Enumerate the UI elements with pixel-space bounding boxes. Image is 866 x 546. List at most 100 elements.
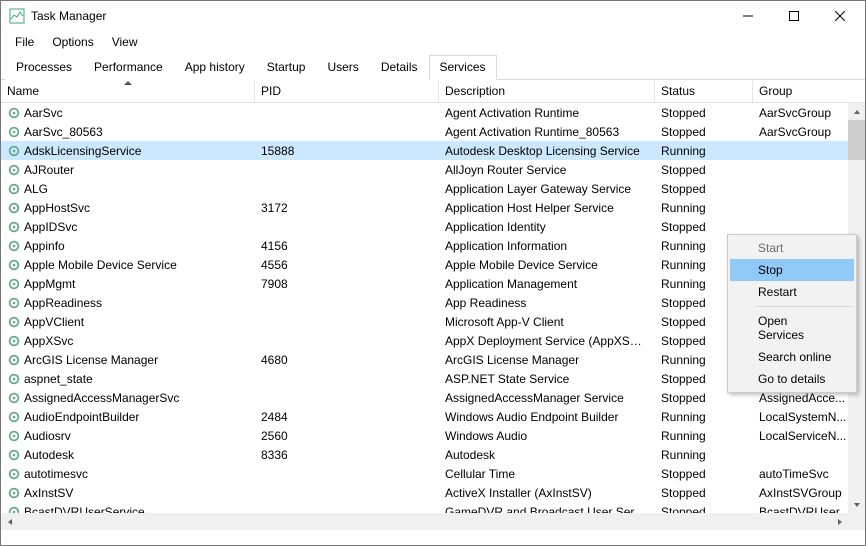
column-headers: Name PID Description Status Group bbox=[1, 80, 865, 103]
service-description: ASP.NET State Service bbox=[439, 372, 655, 386]
service-pid: 4556 bbox=[255, 258, 439, 272]
service-pid: 8336 bbox=[255, 448, 439, 462]
service-name: AudioEndpointBuilder bbox=[24, 410, 139, 424]
menu-item-search-online[interactable]: Search online bbox=[730, 346, 854, 368]
column-name[interactable]: Name bbox=[1, 80, 255, 102]
service-description: Autodesk Desktop Licensing Service bbox=[439, 144, 655, 158]
service-name: AppXSvc bbox=[24, 334, 73, 348]
service-description: ArcGIS License Manager bbox=[439, 353, 655, 367]
service-pid: 2560 bbox=[255, 429, 439, 443]
service-name: Autodesk bbox=[24, 448, 74, 462]
scroll-thumb[interactable] bbox=[848, 120, 865, 160]
horizontal-scrollbar[interactable] bbox=[1, 513, 848, 530]
service-name: AJRouter bbox=[24, 163, 74, 177]
scroll-down-icon[interactable] bbox=[848, 496, 865, 513]
service-description: AssignedAccessManager Service bbox=[439, 391, 655, 405]
menu-view[interactable]: View bbox=[104, 33, 146, 51]
service-description: App Readiness bbox=[439, 296, 655, 310]
scroll-up-icon[interactable] bbox=[848, 103, 865, 120]
menu-item-start: Start bbox=[730, 237, 854, 259]
service-status: Stopped bbox=[655, 220, 753, 234]
table-row[interactable]: Audiosrv2560Windows AudioRunningLocalSer… bbox=[1, 426, 865, 445]
scroll-left-icon[interactable] bbox=[1, 513, 18, 530]
service-icon bbox=[7, 106, 21, 120]
tab-services[interactable]: Services bbox=[429, 55, 497, 80]
service-name: autotimesvc bbox=[24, 467, 88, 481]
service-description: ActiveX Installer (AxInstSV) bbox=[439, 486, 655, 500]
menu-separator bbox=[756, 306, 853, 307]
table-row[interactable]: autotimesvcCellular TimeStoppedautoTimeS… bbox=[1, 464, 865, 483]
scroll-corner bbox=[848, 513, 865, 530]
service-status: Stopped bbox=[655, 125, 753, 139]
service-name: AppVClient bbox=[24, 315, 84, 329]
table-row[interactable]: AudioEndpointBuilder2484Windows Audio En… bbox=[1, 407, 865, 426]
service-name: AarSvc_80563 bbox=[24, 125, 103, 139]
menu-options[interactable]: Options bbox=[44, 33, 101, 51]
service-description: Apple Mobile Device Service bbox=[439, 258, 655, 272]
titlebar[interactable]: Task Manager bbox=[1, 1, 865, 31]
scroll-right-icon[interactable] bbox=[831, 513, 848, 530]
tab-users[interactable]: Users bbox=[316, 55, 369, 80]
service-name: AppReadiness bbox=[24, 296, 102, 310]
service-description: AppX Deployment Service (AppXSVC) bbox=[439, 334, 655, 348]
service-icon bbox=[7, 372, 21, 386]
column-pid[interactable]: PID bbox=[255, 80, 439, 102]
table-row[interactable]: AarSvcAgent Activation RuntimeStoppedAar… bbox=[1, 103, 865, 122]
menu-item-open-services[interactable]: Open Services bbox=[730, 310, 854, 346]
table-row[interactable]: AdskLicensingService15888Autodesk Deskto… bbox=[1, 141, 865, 160]
service-icon bbox=[7, 163, 21, 177]
service-description: Agent Activation Runtime bbox=[439, 106, 655, 120]
service-pid: 3172 bbox=[255, 201, 439, 215]
service-status: Stopped bbox=[655, 163, 753, 177]
tab-details[interactable]: Details bbox=[370, 55, 429, 80]
table-row[interactable]: Autodesk8336AutodeskRunning bbox=[1, 445, 865, 464]
table-row[interactable]: AJRouter AllJoyn Router ServiceStopped bbox=[1, 160, 865, 179]
service-status: Stopped bbox=[655, 467, 753, 481]
table-row[interactable]: ALGApplication Layer Gateway ServiceStop… bbox=[1, 179, 865, 198]
table-row[interactable]: AxInstSVActiveX Installer (AxInstSV)Stop… bbox=[1, 483, 865, 502]
service-description: Windows Audio Endpoint Builder bbox=[439, 410, 655, 424]
service-icon bbox=[7, 182, 21, 196]
service-icon bbox=[7, 277, 21, 291]
service-name: AppIDSvc bbox=[24, 220, 77, 234]
service-icon bbox=[7, 144, 21, 158]
service-icon bbox=[7, 296, 21, 310]
menu-item-go-to-details[interactable]: Go to details bbox=[730, 368, 854, 390]
service-name: Audiosrv bbox=[24, 429, 71, 443]
service-description: AllJoyn Router Service bbox=[439, 163, 655, 177]
service-name: AppHostSvc bbox=[24, 201, 90, 215]
service-status: Stopped bbox=[655, 106, 753, 120]
tab-startup[interactable]: Startup bbox=[256, 55, 317, 80]
service-name: ALG bbox=[24, 182, 48, 196]
menu-item-restart[interactable]: Restart bbox=[730, 281, 854, 303]
menu-item-stop[interactable]: Stop bbox=[730, 259, 854, 281]
service-icon bbox=[7, 429, 21, 443]
service-pid: 15888 bbox=[255, 144, 439, 158]
service-description: Windows Audio bbox=[439, 429, 655, 443]
service-description: Application Management bbox=[439, 277, 655, 291]
service-name: aspnet_state bbox=[24, 372, 93, 386]
service-icon bbox=[7, 391, 21, 405]
close-button[interactable] bbox=[817, 1, 863, 31]
service-description: Application Identity bbox=[439, 220, 655, 234]
table-row[interactable]: AppHostSvc 3172Application Host Helper Se… bbox=[1, 198, 865, 217]
service-name: AppMgmt bbox=[24, 277, 75, 291]
service-pid: 4156 bbox=[255, 239, 439, 253]
column-description[interactable]: Description bbox=[439, 80, 655, 102]
column-group[interactable]: Group bbox=[753, 80, 848, 102]
maximize-button[interactable] bbox=[771, 1, 817, 31]
service-icon bbox=[7, 201, 21, 215]
service-name: Appinfo bbox=[24, 239, 65, 253]
menu-file[interactable]: File bbox=[7, 33, 42, 51]
service-status: Stopped bbox=[655, 182, 753, 196]
tab-app-history[interactable]: App history bbox=[174, 55, 256, 80]
minimize-button[interactable] bbox=[725, 1, 771, 31]
service-icon bbox=[7, 258, 21, 272]
tab-processes[interactable]: Processes bbox=[5, 55, 83, 80]
service-description: Application Host Helper Service bbox=[439, 201, 655, 215]
table-row[interactable]: AarSvc_80563Agent Activation Runtime_805… bbox=[1, 122, 865, 141]
service-status: Running bbox=[655, 448, 753, 462]
service-status: Running bbox=[655, 429, 753, 443]
column-status[interactable]: Status bbox=[655, 80, 753, 102]
service-name: Apple Mobile Device Service bbox=[24, 258, 177, 272]
